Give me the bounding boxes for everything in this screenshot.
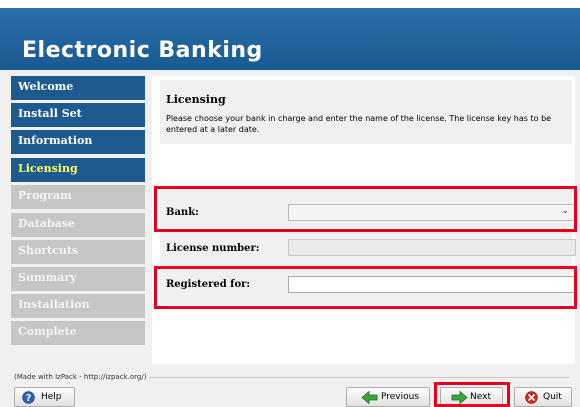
quit-icon (525, 391, 538, 404)
step-installation: Installation (11, 294, 145, 318)
arrow-left-icon (361, 391, 378, 404)
step-complete: Complete (11, 321, 145, 345)
step-program: Program (11, 185, 145, 209)
quit-label: Quit (543, 392, 562, 402)
panel-description: Please choose your bank in charge and en… (166, 114, 552, 134)
header-banner: Electronic Banking (0, 8, 580, 70)
quit-button[interactable]: Quit (514, 387, 572, 407)
previous-button[interactable]: Previous (346, 387, 430, 407)
izpack-credit: (Made with IzPack - http://izpack.org/) (14, 373, 150, 381)
help-label: Help (41, 392, 62, 402)
license-number-input[interactable] (288, 239, 576, 256)
panel-heading: Licensing (166, 93, 226, 106)
help-icon: ? (22, 391, 35, 404)
top-strip (0, 0, 580, 8)
previous-label: Previous (381, 392, 420, 402)
license-number-label: License number: (166, 243, 260, 254)
step-shortcuts: Shortcuts (11, 240, 145, 264)
help-button[interactable]: ? Help (14, 387, 75, 407)
next-highlight-box (434, 382, 510, 407)
info-box: Licensing Please choose your bank in cha… (160, 80, 572, 144)
registered-highlight-box (154, 266, 577, 309)
svg-text:?: ? (26, 393, 31, 404)
bank-highlight-box (154, 186, 577, 232)
step-information: Information (11, 130, 145, 154)
app-title: Electronic Banking (22, 38, 263, 63)
step-install-set: Install Set (11, 103, 145, 127)
step-summary: Summary (11, 267, 145, 291)
step-licensing: Licensing (11, 158, 145, 182)
step-database: Database (11, 213, 145, 237)
step-welcome: Welcome (11, 76, 145, 100)
